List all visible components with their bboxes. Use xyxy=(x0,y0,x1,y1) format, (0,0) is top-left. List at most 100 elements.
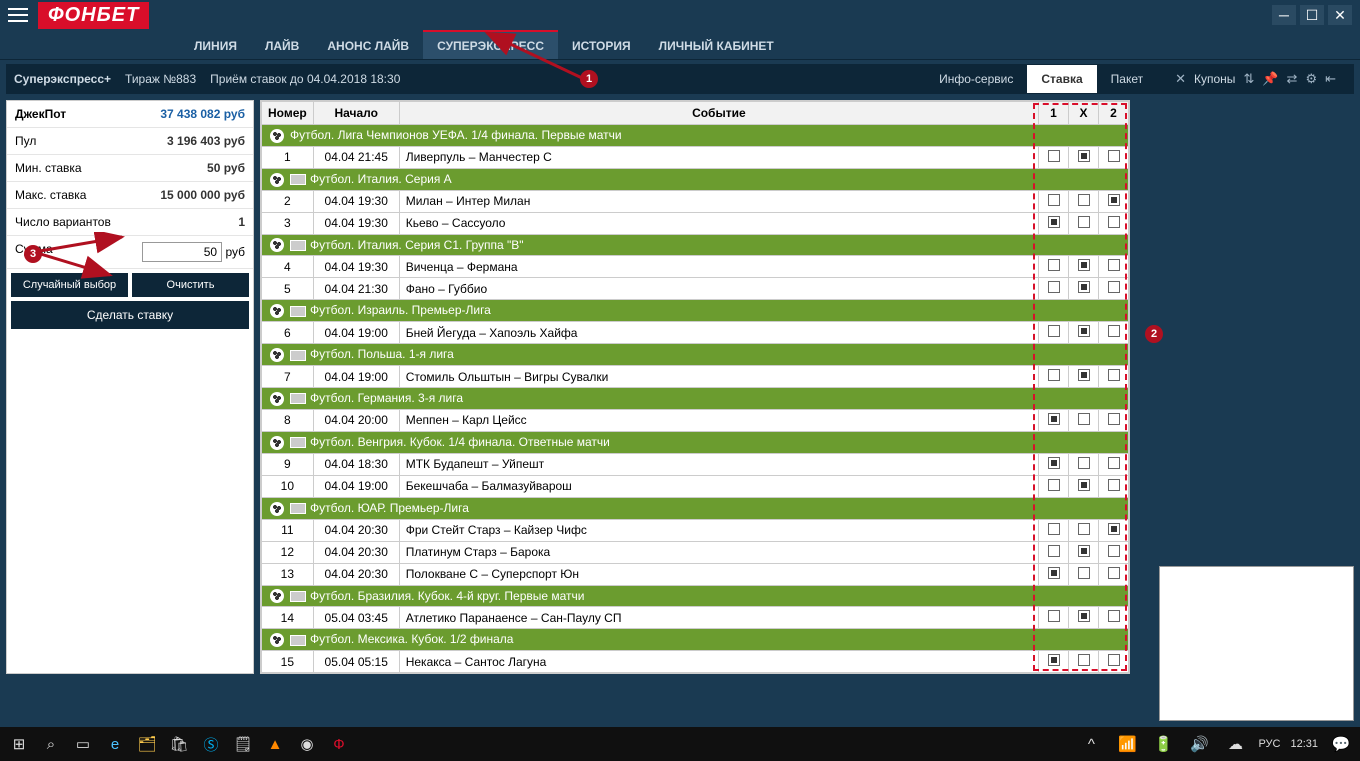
pick-checkbox-x[interactable] xyxy=(1078,194,1090,206)
clear-button[interactable]: Очистить xyxy=(132,273,249,297)
nav-tab-2[interactable]: АНОНС ЛАЙВ xyxy=(313,30,423,59)
collapse-icon[interactable]: ⇤ xyxy=(1325,71,1336,87)
pick-checkbox-1[interactable] xyxy=(1048,457,1060,469)
pick-checkbox-1[interactable] xyxy=(1048,281,1060,293)
event-number: 2 xyxy=(262,190,314,212)
pick-checkbox-x[interactable] xyxy=(1078,325,1090,337)
pick-checkbox-1[interactable] xyxy=(1048,567,1060,579)
pick-checkbox-1[interactable] xyxy=(1048,479,1060,491)
sort-icon[interactable]: ⇅ xyxy=(1243,71,1254,87)
edge-icon[interactable]: e xyxy=(102,731,128,757)
volume-icon[interactable]: 🔊 xyxy=(1186,731,1212,757)
football-icon xyxy=(270,238,284,252)
pick-checkbox-1[interactable] xyxy=(1048,545,1060,557)
notes-icon[interactable]: 🗒 xyxy=(230,731,256,757)
pick-checkbox-1[interactable] xyxy=(1048,413,1060,425)
pick-checkbox-x[interactable] xyxy=(1078,567,1090,579)
keyboard-lang[interactable]: РУС xyxy=(1258,738,1280,750)
football-icon xyxy=(270,129,284,143)
pick-checkbox-x[interactable] xyxy=(1078,281,1090,293)
pick-checkbox-x[interactable] xyxy=(1078,479,1090,491)
event-number: 11 xyxy=(262,519,314,541)
pick-checkbox-1[interactable] xyxy=(1048,216,1060,228)
event-number: 7 xyxy=(262,366,314,388)
nav-tab-0[interactable]: ЛИНИЯ xyxy=(180,30,251,59)
explorer-icon[interactable]: 🗂 xyxy=(134,731,160,757)
pin-icon[interactable]: 📌 xyxy=(1262,71,1278,87)
pick-checkbox-x[interactable] xyxy=(1078,216,1090,228)
pick-checkbox-1[interactable] xyxy=(1048,654,1060,666)
submit-bet-button[interactable]: Сделать ставку xyxy=(11,301,249,329)
event-number: 4 xyxy=(262,256,314,278)
callout-3: 3 xyxy=(24,245,42,263)
nav-tab-1[interactable]: ЛАЙВ xyxy=(251,30,313,59)
store-icon[interactable]: 🛍 xyxy=(166,731,192,757)
notifications-icon[interactable]: 💬 xyxy=(1328,731,1354,757)
pick-checkbox-2[interactable] xyxy=(1108,567,1120,579)
pick-checkbox-x[interactable] xyxy=(1078,150,1090,162)
event-number: 12 xyxy=(262,541,314,563)
pick-checkbox-2[interactable] xyxy=(1108,194,1120,206)
subtab-0[interactable]: Ставка xyxy=(1027,65,1096,93)
pick-checkbox-x[interactable] xyxy=(1078,654,1090,666)
vlc-icon[interactable]: ▲ xyxy=(262,731,288,757)
pick-checkbox-1[interactable] xyxy=(1048,150,1060,162)
pick-checkbox-2[interactable] xyxy=(1108,216,1120,228)
pick-checkbox-x[interactable] xyxy=(1078,610,1090,622)
min-label: Мин. ставка xyxy=(15,161,82,175)
skype-icon[interactable]: Ⓢ xyxy=(198,731,224,757)
nav-tab-5[interactable]: ЛИЧНЫЙ КАБИНЕТ xyxy=(645,30,788,59)
pick-checkbox-1[interactable] xyxy=(1048,325,1060,337)
close-icon[interactable]: ✕ xyxy=(1175,71,1186,87)
nav-tab-4[interactable]: ИСТОРИЯ xyxy=(558,30,645,59)
random-button[interactable]: Случайный выбор xyxy=(11,273,128,297)
pick-checkbox-1[interactable] xyxy=(1048,369,1060,381)
wifi-icon[interactable]: 📶 xyxy=(1114,731,1140,757)
pick-checkbox-2[interactable] xyxy=(1108,457,1120,469)
pick-checkbox-2[interactable] xyxy=(1108,325,1120,337)
pick-checkbox-x[interactable] xyxy=(1078,457,1090,469)
start-icon[interactable]: ⊞ xyxy=(6,731,32,757)
battery-icon[interactable]: 🔋 xyxy=(1150,731,1176,757)
nav-tab-3[interactable]: СУПЕРЭКСПРЕСС xyxy=(423,30,558,59)
minimize-button[interactable]: ─ xyxy=(1272,5,1296,25)
tray-chevron-icon[interactable]: ^ xyxy=(1078,731,1104,757)
pick-checkbox-x[interactable] xyxy=(1078,523,1090,535)
chrome-icon[interactable]: ◉ xyxy=(294,731,320,757)
pick-checkbox-x[interactable] xyxy=(1078,413,1090,425)
menu-icon[interactable] xyxy=(8,8,28,22)
pick-checkbox-1[interactable] xyxy=(1048,523,1060,535)
swap-icon[interactable]: ⇄ xyxy=(1287,71,1298,87)
maximize-button[interactable]: ☐ xyxy=(1300,5,1324,25)
pick-checkbox-2[interactable] xyxy=(1108,523,1120,535)
pick-checkbox-2[interactable] xyxy=(1108,281,1120,293)
taskview-icon[interactable]: ▭ xyxy=(70,731,96,757)
pick-checkbox-2[interactable] xyxy=(1108,610,1120,622)
event-row: 704.04 19:00Стомиль Ольштын – Вигры Сува… xyxy=(262,366,1129,388)
clock[interactable]: 12:31 xyxy=(1290,738,1318,750)
coupons-bar: ✕ Купоны ⇅ 📌 ⇄ ⚙ ⇤ xyxy=(1165,65,1346,93)
pick-checkbox-2[interactable] xyxy=(1108,479,1120,491)
info-service-link[interactable]: Инфо-сервис xyxy=(925,65,1027,93)
gear-icon[interactable]: ⚙ xyxy=(1305,71,1317,87)
football-icon xyxy=(270,304,284,318)
pick-checkbox-1[interactable] xyxy=(1048,610,1060,622)
pick-checkbox-2[interactable] xyxy=(1108,369,1120,381)
pick-checkbox-2[interactable] xyxy=(1108,654,1120,666)
onedrive-icon[interactable]: ☁ xyxy=(1222,731,1248,757)
subtab-1[interactable]: Пакет xyxy=(1097,65,1157,93)
close-button[interactable]: ✕ xyxy=(1328,5,1352,25)
search-icon[interactable]: ⌕ xyxy=(38,731,64,757)
pick-checkbox-x[interactable] xyxy=(1078,545,1090,557)
pick-checkbox-2[interactable] xyxy=(1108,413,1120,425)
pick-checkbox-1[interactable] xyxy=(1048,259,1060,271)
pick-checkbox-1[interactable] xyxy=(1048,194,1060,206)
pick-checkbox-2[interactable] xyxy=(1108,259,1120,271)
callout-2: 2 xyxy=(1145,325,1163,343)
fonbet-icon[interactable]: Ф xyxy=(326,731,352,757)
pick-checkbox-2[interactable] xyxy=(1108,545,1120,557)
sum-input[interactable] xyxy=(142,242,222,262)
pick-checkbox-x[interactable] xyxy=(1078,369,1090,381)
pick-checkbox-x[interactable] xyxy=(1078,259,1090,271)
pick-checkbox-2[interactable] xyxy=(1108,150,1120,162)
